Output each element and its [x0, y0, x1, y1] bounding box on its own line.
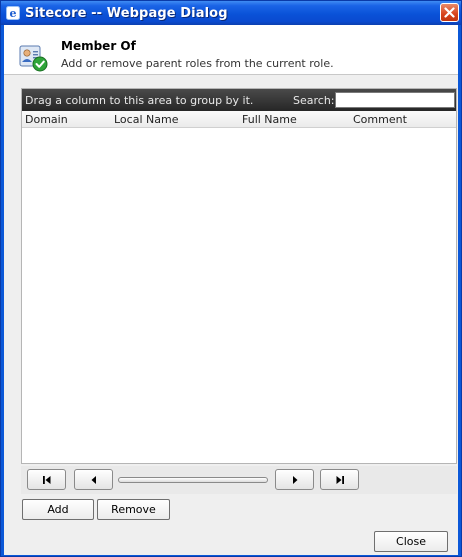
close-button[interactable]: Close: [374, 531, 448, 552]
user-role-check-icon: [19, 45, 48, 72]
title-bar[interactable]: e Sitecore -- Webpage Dialog: [1, 1, 461, 25]
group-by-hint: Drag a column to this area to group by i…: [25, 93, 254, 107]
grid-rows-area[interactable]: [22, 129, 456, 463]
previous-page-icon: [91, 475, 96, 484]
dialog-title: Member Of: [61, 39, 136, 53]
first-page-button[interactable]: [27, 469, 66, 490]
dialog-window: e Sitecore -- Webpage Dialog Member Of A…: [0, 0, 462, 557]
column-header-local-name[interactable]: Local Name: [114, 113, 178, 126]
column-header-comment[interactable]: Comment: [353, 113, 407, 126]
dialog-description: Add or remove parent roles from the curr…: [61, 57, 334, 70]
previous-page-button[interactable]: [74, 469, 113, 490]
remove-button[interactable]: Remove: [97, 499, 170, 520]
close-icon: [444, 7, 455, 18]
column-header-domain[interactable]: Domain: [25, 113, 68, 126]
group-by-area[interactable]: Drag a column to this area to group by i…: [22, 89, 456, 111]
dialog-body: Member Of Add or remove parent roles fro…: [4, 25, 458, 555]
next-page-icon: [292, 475, 297, 484]
first-page-icon: [42, 475, 50, 484]
column-header-full-name[interactable]: Full Name: [242, 113, 297, 126]
svg-text:e: e: [10, 7, 17, 20]
column-headers: Domain Local Name Full Name Comment: [22, 111, 456, 128]
window-title: Sitecore -- Webpage Dialog: [25, 5, 228, 21]
last-page-button[interactable]: [320, 469, 359, 490]
add-button[interactable]: Add: [22, 499, 94, 520]
grid-pager: [21, 466, 457, 494]
dialog-header: Member Of Add or remove parent roles fro…: [4, 25, 458, 75]
ie-icon: e: [6, 6, 20, 20]
last-page-icon: [336, 475, 344, 484]
next-page-button[interactable]: [275, 469, 314, 490]
search-label: Search:: [293, 94, 335, 107]
close-window-button[interactable]: [440, 3, 459, 22]
search-input[interactable]: [335, 92, 455, 108]
member-of-grid: Drag a column to this area to group by i…: [21, 88, 457, 464]
page-slider[interactable]: [118, 477, 268, 483]
